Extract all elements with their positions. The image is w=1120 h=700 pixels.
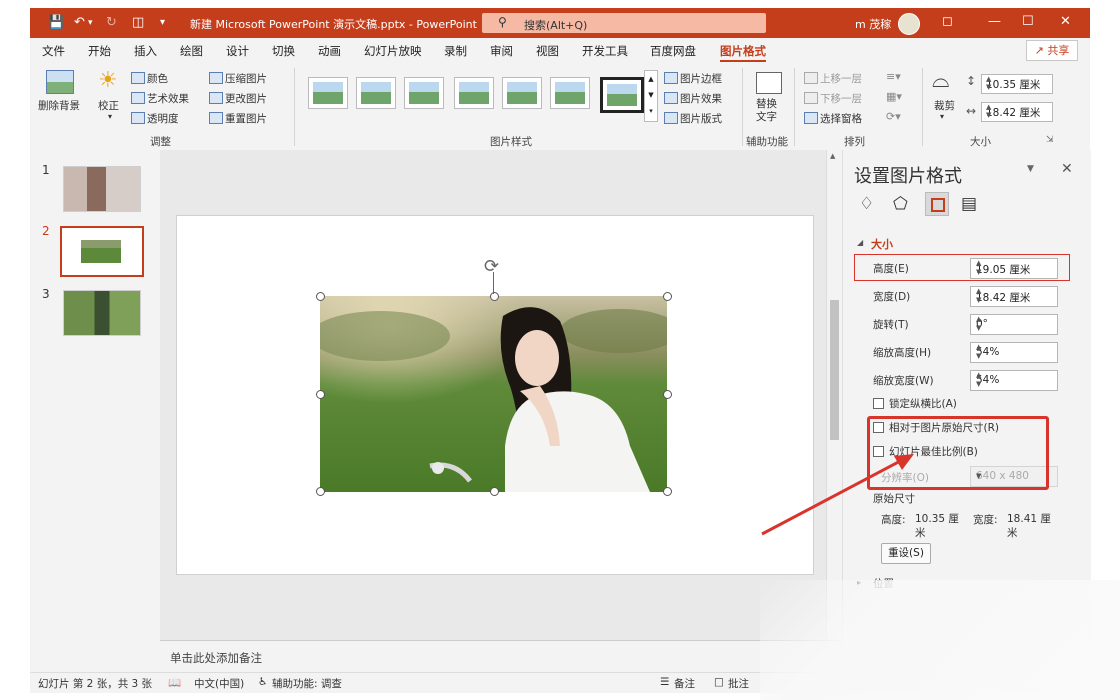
comments-button[interactable]: 批注 <box>728 676 749 691</box>
accessibility-label[interactable]: 辅助功能: 调查 <box>272 676 342 691</box>
blurred-region <box>760 580 1120 700</box>
notes-toggle-icon[interactable]: ☰ <box>660 676 669 688</box>
comments-icon[interactable]: □ <box>714 676 724 688</box>
accessibility-icon[interactable]: ♿ <box>258 676 267 688</box>
language-label[interactable]: 中文(中国) <box>194 676 244 691</box>
spelling-icon[interactable]: 📖 <box>168 676 181 689</box>
slide-info: 幻灯片 第 2 张，共 3 张 <box>38 678 153 690</box>
notes-toggle-button[interactable]: 备注 <box>674 676 695 691</box>
